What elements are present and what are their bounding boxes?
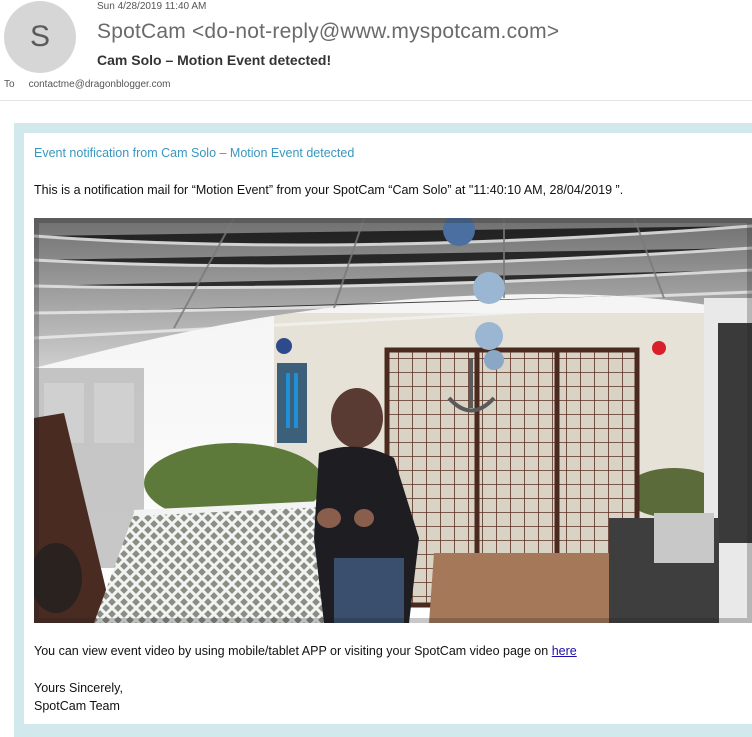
view-video-prefix: You can view event video by using mobile… bbox=[34, 644, 552, 658]
view-video-text: You can view event video by using mobile… bbox=[34, 644, 577, 658]
email-sender[interactable]: SpotCam <do-not-reply@www.myspotcam.com> bbox=[97, 20, 559, 44]
email-body: Event notification from Cam Solo – Motio… bbox=[24, 133, 752, 724]
signature-greeting: Yours Sincerely, bbox=[34, 681, 123, 695]
notification-intro: This is a notification mail for “Motion … bbox=[34, 183, 624, 197]
header-divider bbox=[0, 100, 752, 101]
camera-snapshot bbox=[34, 218, 752, 623]
email-date: Sun 4/28/2019 11:40 AM bbox=[97, 1, 207, 12]
to-label: To bbox=[4, 79, 15, 90]
recipient-address[interactable]: contactme@dragonblogger.com bbox=[29, 79, 171, 90]
notification-title: Event notification from Cam Solo – Motio… bbox=[34, 146, 355, 160]
email-subject: Cam Solo – Motion Event detected! bbox=[97, 52, 332, 68]
recipient-row: To contactme@dragonblogger.com bbox=[4, 79, 170, 90]
signature-team: SpotCam Team bbox=[34, 699, 120, 713]
avatar-letter: S bbox=[29, 20, 50, 53]
video-page-link[interactable]: here bbox=[552, 644, 577, 658]
sender-avatar: S bbox=[4, 1, 76, 73]
camera-snapshot-image bbox=[34, 218, 752, 623]
